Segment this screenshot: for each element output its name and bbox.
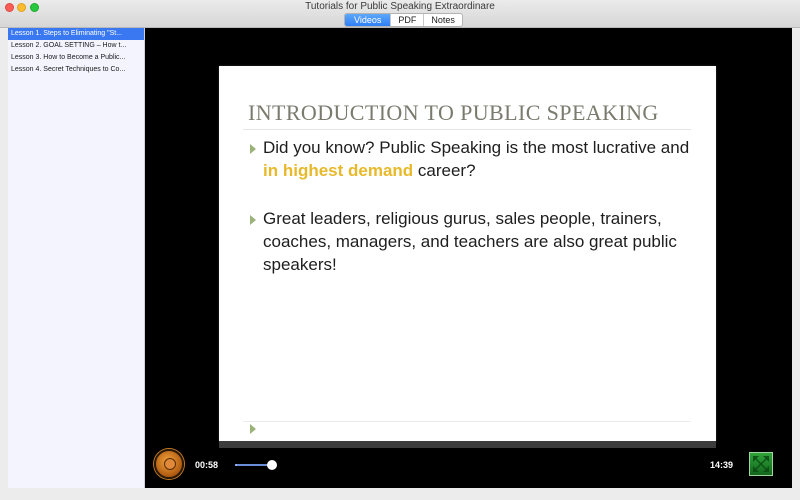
slide-bottom-divider [243, 421, 691, 422]
tab-pdf[interactable]: PDF [390, 14, 423, 26]
progress-thumb[interactable] [267, 460, 277, 470]
slide-bullet-1-end: career? [413, 161, 476, 180]
slide-bullet-1-text: Did you know? Public Speaking is the mos… [263, 138, 690, 157]
progress-track[interactable] [235, 464, 271, 466]
total-time: 14:39 [710, 460, 734, 470]
slide-footer-bar [219, 441, 716, 448]
bullet-arrow-icon [250, 215, 256, 225]
tab-notes[interactable]: Notes [423, 14, 462, 26]
app-window: Tutorials for Public Speaking Extraordin… [0, 0, 800, 500]
slide-title: INTRODUCTION TO PUBLIC SPEAKING [248, 100, 659, 125]
slide-divider [243, 129, 691, 130]
progress-fill [235, 464, 238, 466]
play-icon [164, 458, 176, 470]
video-frame-slide: INTRODUCTION TO PUBLIC SPEAKING Did you … [219, 66, 716, 448]
slide-bullet-1: Did you know? Public Speaking is the mos… [263, 136, 703, 182]
tab-videos[interactable]: Videos [345, 14, 391, 26]
fullscreen-icon [753, 456, 769, 472]
lesson-item-1[interactable]: Lesson 1. Steps to Eliminating "St... [8, 28, 144, 40]
video-player[interactable]: INTRODUCTION TO PUBLIC SPEAKING Did you … [145, 28, 792, 488]
slide-bullet-1-highlight: in highest demand [263, 161, 414, 180]
elapsed-time: 00:58 [195, 460, 219, 470]
bullet-arrow-icon [250, 424, 256, 434]
fullscreen-button[interactable] [749, 452, 773, 476]
titlebar: Tutorials for Public Speaking Extraordin… [0, 0, 800, 28]
play-button[interactable] [154, 449, 184, 479]
lesson-item-4[interactable]: Lesson 4. Secret Techniques to Co... [8, 64, 144, 76]
view-tabs: Videos PDF Notes [344, 13, 463, 27]
bullet-arrow-icon [250, 144, 256, 154]
lesson-item-2[interactable]: Lesson 2. GOAL SETTING – How t... [8, 40, 144, 52]
lesson-list: Lesson 1. Steps to Eliminating "St... Le… [8, 28, 145, 488]
lesson-item-3[interactable]: Lesson 3. How to Become a Public... [8, 52, 144, 64]
slide-bullet-2: Great leaders, religious gurus, sales pe… [263, 209, 677, 274]
window-title: Tutorials for Public Speaking Extraordin… [305, 1, 495, 12]
